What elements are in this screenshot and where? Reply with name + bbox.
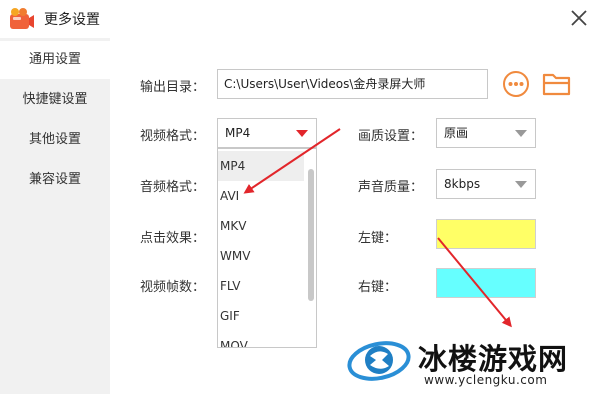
app-logo-icon bbox=[10, 8, 34, 29]
quality-value: 原画 bbox=[444, 126, 469, 140]
format-option-mkv[interactable]: MKV bbox=[218, 211, 304, 241]
format-option-mov[interactable]: MOV bbox=[218, 331, 304, 347]
output-dir-label: 输出目录： bbox=[140, 80, 206, 95]
format-option-flv[interactable]: FLV bbox=[218, 271, 304, 301]
sidebar-item-hotkeys[interactable]: 快捷键设置 bbox=[0, 81, 110, 119]
watermark-name: 冰楼游戏网 bbox=[418, 342, 569, 376]
window-title: 更多设置 bbox=[44, 12, 100, 28]
sidebar-item-compat[interactable]: 兼容设置 bbox=[0, 161, 110, 199]
scrollbar-thumb[interactable] bbox=[308, 169, 314, 301]
video-format-select[interactable]: MP4 bbox=[217, 118, 317, 148]
close-icon[interactable] bbox=[569, 8, 589, 28]
output-dir-field[interactable]: C:\Users\User\Videos\金舟录屏大师 bbox=[217, 69, 488, 99]
video-format-value: MP4 bbox=[225, 126, 251, 140]
chevron-down-icon bbox=[515, 181, 527, 188]
frame-rate-label: 视频帧数： bbox=[140, 280, 206, 295]
video-format-dropdown: MP4 AVI MKV WMV FLV GIF MOV bbox=[217, 148, 317, 348]
chevron-down-icon bbox=[296, 130, 308, 137]
title-bar: 更多设置 bbox=[0, 0, 599, 38]
format-option-wmv[interactable]: WMV bbox=[218, 241, 304, 271]
format-option-mp4[interactable]: MP4 bbox=[218, 151, 304, 181]
sound-quality-value: 8kbps bbox=[444, 177, 481, 191]
left-key-color-swatch[interactable] bbox=[436, 219, 536, 249]
video-format-label: 视频格式： bbox=[140, 129, 206, 144]
more-options-icon[interactable] bbox=[502, 70, 530, 98]
watermark-url: www.yclengku.com bbox=[424, 373, 548, 387]
dropdown-scrollbar[interactable] bbox=[306, 149, 316, 347]
format-option-avi[interactable]: AVI bbox=[218, 181, 304, 211]
sidebar-item-other[interactable]: 其他设置 bbox=[0, 121, 110, 159]
right-key-color-swatch[interactable] bbox=[436, 268, 536, 298]
sound-quality-select[interactable]: 8kbps bbox=[436, 169, 536, 199]
open-folder-icon[interactable] bbox=[542, 71, 572, 97]
sound-quality-label: 声音质量： bbox=[358, 180, 424, 195]
audio-format-label: 音频格式： bbox=[140, 180, 206, 195]
quality-label: 画质设置： bbox=[358, 129, 424, 144]
settings-sidebar: 通用设置 快捷键设置 其他设置 兼容设置 bbox=[0, 38, 110, 394]
quality-select[interactable]: 原画 bbox=[436, 118, 536, 148]
left-key-label: 左键： bbox=[358, 231, 398, 246]
watermark-logo-icon bbox=[347, 341, 411, 381]
sidebar-item-general[interactable]: 通用设置 bbox=[0, 41, 110, 79]
chevron-down-icon bbox=[515, 130, 527, 137]
right-key-label: 右键： bbox=[358, 280, 398, 295]
click-effect-label: 点击效果： bbox=[140, 231, 206, 246]
format-option-gif[interactable]: GIF bbox=[218, 301, 304, 331]
